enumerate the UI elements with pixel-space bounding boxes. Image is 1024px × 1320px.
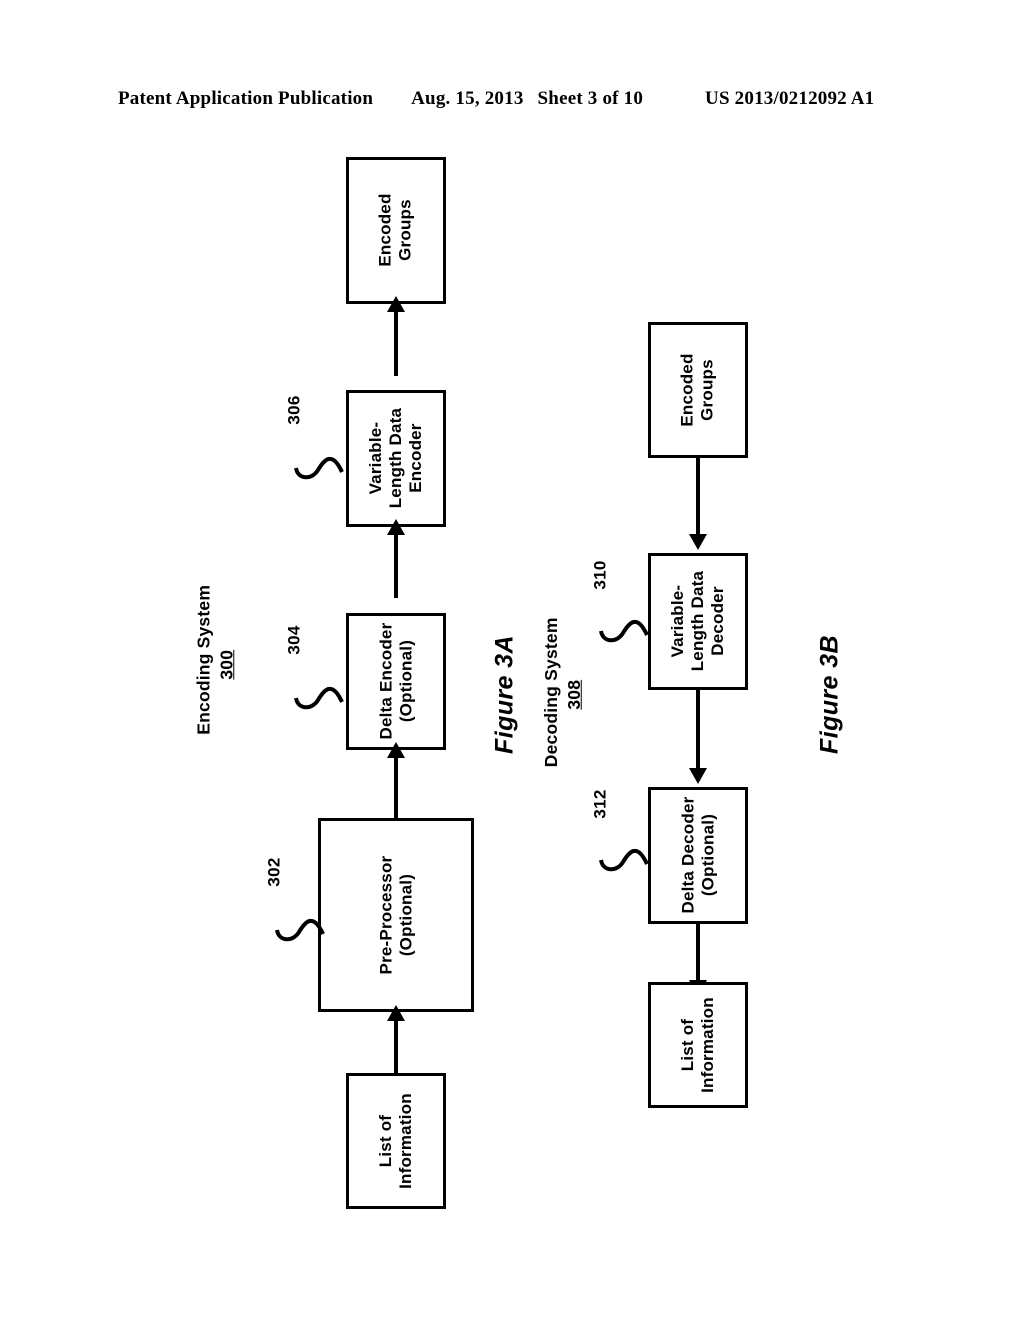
figure-3b-caption: Figure 3B bbox=[815, 635, 844, 754]
arrowhead-encoder-to-encoded-groups bbox=[387, 296, 405, 312]
arrowhead-decoder-to-delta-decoder bbox=[689, 768, 707, 784]
encoding-system-name: Encoding System bbox=[193, 584, 214, 735]
ref-numeral-302: 302 bbox=[264, 857, 284, 887]
ref-leader-line-304 bbox=[294, 687, 344, 710]
block-list-of-information-b: List of Information bbox=[648, 982, 748, 1108]
block-variable-length-data-decoder: Variable- Length Data Decoder bbox=[648, 553, 748, 690]
connector-encoded-groups-to-decoder bbox=[696, 458, 700, 536]
block-encoded-groups-a: Encoded Groups bbox=[346, 157, 446, 304]
ref-numeral-310: 310 bbox=[590, 560, 610, 590]
block-list-of-information-a-label: List of Information bbox=[375, 1093, 416, 1189]
connector-list-to-preprocessor bbox=[394, 1016, 398, 1074]
block-delta-decoder: Delta Decoder (Optional) bbox=[648, 787, 748, 924]
encoding-system-title: Encoding System 300 bbox=[192, 585, 238, 735]
ref-leader-line-302 bbox=[275, 919, 325, 942]
decoding-system-number: 308 bbox=[563, 679, 584, 710]
block-delta-decoder-label: Delta Decoder (Optional) bbox=[677, 797, 718, 914]
block-pre-processor-label: Pre-Processor (Optional) bbox=[375, 855, 415, 975]
connector-decoder-to-delta-decoder bbox=[696, 690, 700, 770]
ref-numeral-312: 312 bbox=[590, 789, 610, 819]
block-delta-encoder: Delta Encoder (Optional) bbox=[346, 613, 446, 750]
block-variable-length-data-encoder-label: Variable- Length Data Encoder bbox=[365, 408, 426, 509]
ref-numeral-304: 304 bbox=[284, 625, 304, 655]
header-sheet-number: Sheet 3 of 10 bbox=[537, 88, 644, 109]
decoding-system-title: Decoding System 308 bbox=[540, 617, 586, 767]
connector-delta-decoder-to-list bbox=[696, 924, 700, 982]
arrowhead-preprocessor-to-delta-encoder bbox=[387, 742, 405, 758]
patent-figure-page: Patent Application Publication Aug. 15, … bbox=[0, 0, 1024, 1320]
block-encoded-groups-a-label: Encoded Groups bbox=[375, 193, 415, 268]
ref-leader-line-310 bbox=[599, 620, 649, 643]
connector-delta-encoder-to-encoder bbox=[394, 530, 398, 598]
block-list-of-information-b-label: List of Information bbox=[677, 997, 718, 1093]
arrowhead-encoded-groups-to-decoder bbox=[689, 534, 707, 550]
decoding-system-name: Decoding System bbox=[540, 617, 561, 768]
connector-encoder-to-encoded-groups bbox=[394, 308, 398, 376]
arrowhead-list-to-preprocessor bbox=[387, 1005, 405, 1021]
block-encoded-groups-b: Encoded Groups bbox=[648, 322, 748, 458]
block-variable-length-data-decoder-label: Variable- Length Data Decoder bbox=[667, 571, 728, 672]
ref-leader-line-306 bbox=[294, 457, 344, 480]
block-pre-processor: Pre-Processor (Optional) bbox=[318, 818, 474, 1012]
block-delta-encoder-label: Delta Encoder (Optional) bbox=[375, 623, 416, 740]
block-variable-length-data-encoder: Variable- Length Data Encoder bbox=[346, 390, 446, 527]
ref-numeral-306: 306 bbox=[284, 395, 304, 425]
ref-leader-line-312 bbox=[599, 849, 649, 872]
header-date: Aug. 15, 2013 bbox=[411, 88, 524, 109]
arrowhead-delta-encoder-to-encoder bbox=[387, 519, 405, 535]
block-encoded-groups-b-label: Encoded Groups bbox=[677, 353, 717, 427]
page-header: Patent Application Publication Aug. 15, … bbox=[118, 88, 908, 114]
block-list-of-information-a: List of Information bbox=[346, 1073, 446, 1209]
header-publication-label: Patent Application Publication bbox=[118, 88, 374, 109]
connector-preprocessor-to-delta-encoder bbox=[394, 753, 398, 819]
encoding-system-number: 300 bbox=[216, 649, 236, 680]
figure-3a-caption: Figure 3A bbox=[490, 635, 519, 754]
header-patent-number: US 2013/0212092 A1 bbox=[705, 88, 875, 109]
